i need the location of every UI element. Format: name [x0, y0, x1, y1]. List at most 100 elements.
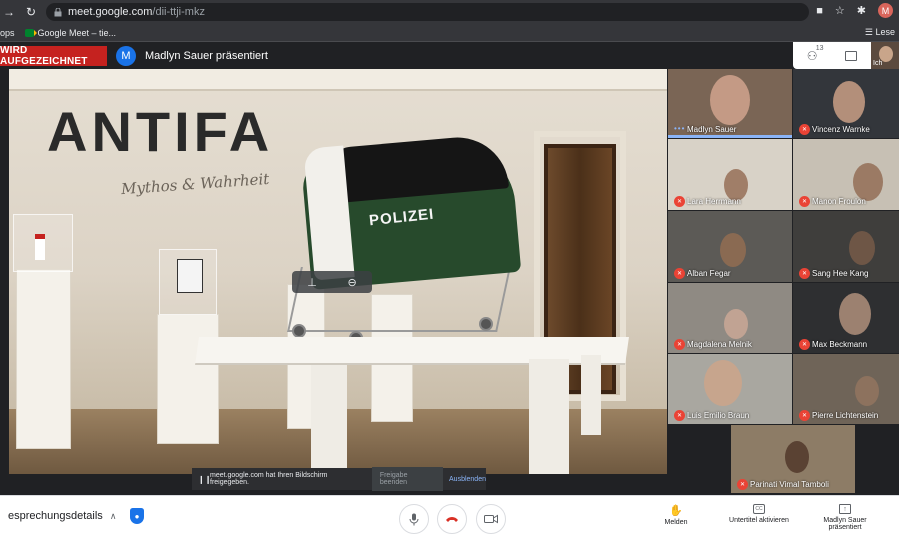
muted-mic-icon: ✕ [799, 268, 810, 279]
chat-icon[interactable] [845, 50, 858, 61]
muted-mic-icon: ✕ [674, 339, 685, 350]
participant-tile[interactable]: ✕ Alban Fegar [668, 211, 792, 282]
participant-video [785, 441, 809, 473]
hide-button[interactable]: Ausblenden [449, 476, 486, 483]
participant-name: Vincenz Warnke [812, 125, 870, 134]
participant-video [724, 309, 748, 339]
address-bar[interactable]: meet.google.com /dii-ttji-mkz [46, 3, 809, 21]
present-label-line2: präsentiert [828, 524, 862, 531]
participant-video [855, 376, 879, 406]
participant-tile[interactable]: ✕ Manon Froulon [793, 139, 899, 210]
report-label: Melden [664, 519, 688, 526]
table-leg [529, 359, 569, 474]
participant-name: Max Beckmann [812, 340, 868, 349]
participant-name: Madlyn Sauer [687, 125, 737, 134]
participant-video [833, 81, 865, 123]
meet-favicon-icon [24, 28, 37, 37]
report-button[interactable]: ✋ Melden [656, 504, 696, 526]
participant-video [853, 163, 883, 201]
muted-mic-icon: ✕ [674, 410, 685, 421]
share-notification-bar: ❙❙ meet.google.com hat Ihren Bildschirm … [192, 467, 486, 491]
muted-mic-icon: ✕ [799, 410, 810, 421]
participant-name: Parinati Vimal Tamboli [750, 480, 829, 489]
chevron-up-icon: ∧ [109, 511, 117, 521]
muted-mic-icon: ✕ [737, 479, 748, 490]
muted-mic-icon: ✕ [799, 196, 810, 207]
pin-icon[interactable]: ⊥ [307, 276, 317, 289]
muted-mic-icon: ✕ [799, 339, 810, 350]
hang-up-button[interactable] [437, 504, 467, 534]
muted-mic-icon: ✕ [674, 196, 685, 207]
participant-tile[interactable]: ✕ Parinati Vimal Tamboli [731, 425, 855, 493]
camera-indicator-icon[interactable]: ■ [816, 5, 823, 17]
bookmark-apps[interactable]: ops [0, 28, 15, 38]
present-label-line1: Madlyn Sauer [823, 517, 867, 524]
bookmark-google-meet[interactable]: Google Meet – tie... [24, 27, 117, 38]
muted-mic-icon: ✕ [674, 268, 685, 279]
extensions-icon[interactable]: ✱ [857, 4, 866, 17]
share-notification-text: meet.google.com hat Ihren Bildschirm fre… [210, 472, 328, 486]
captions-label: Untertitel aktivieren [729, 517, 789, 524]
present-button[interactable]: ↑ Madlyn Sauer präsentiert [815, 504, 875, 531]
captions-button[interactable]: CC Untertitel aktivieren [718, 504, 800, 524]
participant-tile[interactable]: ✕ Lara Herrmann [668, 139, 792, 210]
reading-list-label: Lese [875, 27, 895, 37]
participant-tile[interactable]: ✕ Sang Hee Kang [793, 211, 899, 282]
participant-count: 13 [815, 44, 824, 52]
pillar-left [16, 269, 71, 449]
wall-title: ANTIFA [47, 100, 274, 163]
bookmark-meet-label: Google Meet – tie... [37, 27, 117, 38]
microphone-button[interactable] [399, 504, 429, 534]
participant-name: Manon Froulon [812, 197, 866, 206]
participant-name: Lara Herrmann [687, 197, 741, 206]
presentation-stage: ANTIFA Mythos & Wahrheit POLIZEI ⊥ ⊖ [9, 69, 667, 474]
presenter-avatar: M [116, 46, 136, 66]
profile-avatar[interactable]: M [878, 3, 893, 18]
participant-tile[interactable]: ✕ Luis Emilio Braun [668, 354, 792, 424]
video-camera-icon [484, 514, 498, 524]
stop-sharing-button[interactable]: Freigabe beenden [371, 467, 444, 491]
meeting-details-button[interactable]: esprechungsdetails ∧ [8, 510, 116, 522]
camera-button[interactable] [476, 504, 506, 534]
participant-video [704, 360, 742, 406]
speaking-indicator-icon: ••• [674, 124, 686, 133]
participant-name: Magdalena Melnik [687, 340, 752, 349]
participant-name: Luis Emilio Braun [687, 411, 750, 420]
table-leg [581, 355, 601, 435]
lock-icon [54, 7, 62, 16]
remove-icon[interactable]: ⊖ [347, 276, 356, 289]
self-label: Ich [873, 60, 883, 67]
table-leg [311, 365, 347, 474]
participant-tile[interactable]: ••• Madlyn Sauer [668, 69, 792, 138]
meet-window: → ↻ meet.google.com /dii-ttji-mkz ■ ☆ ✱ … [0, 0, 899, 536]
reading-list[interactable]: ☰ Lese [865, 27, 895, 38]
pause-icon: ❙❙ [198, 474, 212, 484]
participant-name: Alban Fegar [687, 269, 731, 278]
tile-toolbar: ⊥ ⊖ [292, 271, 372, 293]
meet-header: WIRD AUFGEZEICHNET M Madlyn Sauer präsen… [0, 42, 899, 69]
url-path: /dii-ttji-mkz [152, 6, 205, 18]
participant-name: Pierre Lichtenstein [812, 411, 879, 420]
people-button[interactable]: ⚇ 13 [807, 45, 824, 63]
star-icon[interactable]: ☆ [835, 4, 845, 17]
forward-icon[interactable]: → [2, 5, 16, 19]
pillar-center [157, 314, 219, 444]
participant-tile[interactable]: ✕ Magdalena Melnik [668, 283, 792, 353]
cart-wheel [292, 324, 306, 338]
captions-icon: CC [753, 504, 765, 514]
meeting-details-label: esprechungsdetails [8, 510, 103, 522]
participant-tile[interactable]: ✕ Pierre Lichtenstein [793, 354, 899, 424]
meeting-controls-bar: esprechungsdetails ∧ ● ✋ Melden CC Unter… [0, 495, 899, 536]
participant-tile[interactable]: ✕ Max Beckmann [793, 283, 899, 353]
presenter-text: Madlyn Sauer präsentiert [145, 50, 268, 62]
participant-video [839, 293, 871, 335]
participant-tile[interactable]: ✕ Vincenz Warnke [793, 69, 899, 138]
host-controls-shield-icon[interactable]: ● [130, 508, 144, 524]
participant-video [849, 231, 875, 265]
url-host: meet.google.com [68, 6, 153, 18]
reload-icon[interactable]: ↻ [24, 5, 38, 19]
participant-video [720, 233, 746, 267]
raise-hand-icon: ✋ [669, 505, 683, 517]
vitrine-book [177, 259, 203, 293]
self-view-tile: Ich [871, 42, 899, 69]
